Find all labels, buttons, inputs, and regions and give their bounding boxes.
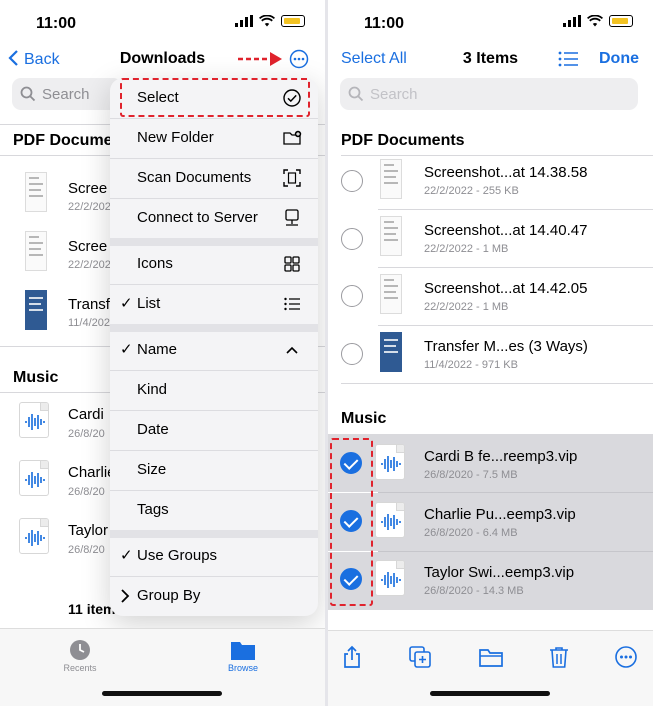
- signal-icon: [235, 15, 253, 27]
- menu-item-scan-documents[interactable]: Scan Documents: [110, 158, 318, 198]
- section-header-pdf: PDF Documents: [341, 132, 465, 149]
- status-time: 11:00: [36, 15, 77, 32]
- checkmark-icon: ✓: [120, 341, 133, 358]
- move-folder-icon[interactable]: [478, 645, 504, 669]
- more-options-menu: Select New Folder Scan Documents Connect…: [110, 78, 318, 616]
- server-icon: [285, 209, 299, 226]
- list-item-selected[interactable]: Cardi B fe...reemp3.vip 26/8/2020 - 7.5 …: [328, 434, 653, 492]
- arrow-pointer-icon: [238, 52, 282, 66]
- pdf-thumbnail: [25, 172, 47, 212]
- item-count: 11 item: [68, 601, 116, 617]
- menu-item-use-groups[interactable]: ✓ Use Groups: [110, 536, 318, 576]
- list-view-button[interactable]: [557, 50, 579, 73]
- list-icon: [284, 297, 300, 311]
- pdf-thumbnail: [25, 290, 47, 330]
- tab-browse[interactable]: Browse: [218, 639, 268, 673]
- share-icon[interactable]: [340, 645, 364, 669]
- select-highlight: [120, 78, 310, 117]
- section-header-music: Music: [341, 410, 387, 427]
- folder-icon: [231, 642, 255, 660]
- search-icon: [20, 86, 36, 102]
- audio-file-icon: [375, 444, 405, 480]
- tab-bar: Recents Browse: [0, 628, 325, 706]
- scan-document-icon: [283, 169, 301, 187]
- status-bar: 11:00: [328, 0, 653, 44]
- menu-item-date[interactable]: Date: [110, 410, 318, 450]
- home-indicator: [102, 691, 222, 696]
- clock-icon: [70, 640, 90, 660]
- search-input[interactable]: Search: [12, 78, 122, 110]
- menu-item-kind[interactable]: Kind: [110, 370, 318, 410]
- chevron-right-icon: [121, 589, 130, 603]
- audio-file-icon: [375, 502, 405, 538]
- selection-radio[interactable]: [341, 170, 363, 192]
- nav-bar: Back Downloads: [0, 44, 325, 74]
- nav-bar: Select All 3 Items Done: [328, 44, 653, 74]
- audio-file-icon: [19, 518, 49, 554]
- menu-item-list[interactable]: ✓ List: [110, 284, 318, 324]
- audio-file-icon: [19, 402, 49, 438]
- menu-item-new-folder[interactable]: New Folder: [110, 118, 318, 158]
- section-header-pdf: PDF Documen: [13, 132, 123, 149]
- tab-recents[interactable]: Recents: [55, 639, 105, 673]
- checkmark-icon: ✓: [120, 547, 133, 564]
- battery-icon: [609, 15, 633, 27]
- selection-radio[interactable]: [341, 343, 363, 365]
- wifi-icon: [587, 15, 603, 27]
- menu-item-group-by[interactable]: Group By: [110, 576, 318, 616]
- menu-item-tags[interactable]: Tags: [110, 490, 318, 530]
- folder-plus-icon: [283, 130, 302, 145]
- battery-icon: [281, 15, 305, 27]
- audio-file-icon: [375, 560, 405, 596]
- home-indicator: [430, 691, 550, 696]
- selection-radio[interactable]: [341, 228, 363, 250]
- more-options-button[interactable]: [289, 49, 309, 74]
- pdf-thumbnail: [380, 274, 402, 314]
- menu-item-connect-to-server[interactable]: Connect to Server: [110, 198, 318, 238]
- pdf-thumbnail: [380, 159, 402, 199]
- status-time: 11:00: [364, 15, 405, 32]
- pdf-thumbnail: [25, 231, 47, 271]
- signal-icon: [563, 15, 581, 27]
- pdf-thumbnail: [380, 216, 402, 256]
- chevron-up-icon: [286, 346, 298, 354]
- ellipsis-circle-icon: [289, 49, 309, 69]
- pdf-thumbnail: [380, 332, 402, 372]
- section-header-music: Music: [13, 369, 59, 386]
- more-icon[interactable]: [614, 645, 638, 669]
- menu-item-name[interactable]: ✓ Name: [110, 330, 318, 370]
- list-item-selected[interactable]: Taylor Swi...eemp3.vip 26/8/2020 - 14.3 …: [328, 552, 653, 610]
- audio-file-icon: [19, 460, 49, 496]
- files-menu-screen: 11:00 Back Downloads Search PDF Documen …: [0, 0, 325, 706]
- checkbox-highlight: [330, 438, 373, 606]
- status-bar: 11:00: [0, 0, 325, 44]
- list-item-selected[interactable]: Charlie Pu...eemp3.vip 26/8/2020 - 6.4 M…: [328, 493, 653, 551]
- menu-item-icons[interactable]: Icons: [110, 244, 318, 284]
- search-icon: [348, 86, 364, 102]
- checkmark-icon: ✓: [120, 295, 133, 312]
- duplicate-icon[interactable]: [408, 645, 432, 669]
- selection-toolbar: [328, 630, 653, 706]
- selection-radio[interactable]: [341, 285, 363, 307]
- files-selection-screen: 11:00 Select All 3 Items Done Search PDF…: [328, 0, 653, 706]
- list-icon: [558, 51, 578, 67]
- grid-icon: [284, 256, 300, 272]
- menu-item-size[interactable]: Size: [110, 450, 318, 490]
- wifi-icon: [259, 15, 275, 27]
- done-button[interactable]: Done: [599, 50, 639, 68]
- trash-icon[interactable]: [547, 645, 571, 669]
- search-input[interactable]: Search: [340, 78, 638, 110]
